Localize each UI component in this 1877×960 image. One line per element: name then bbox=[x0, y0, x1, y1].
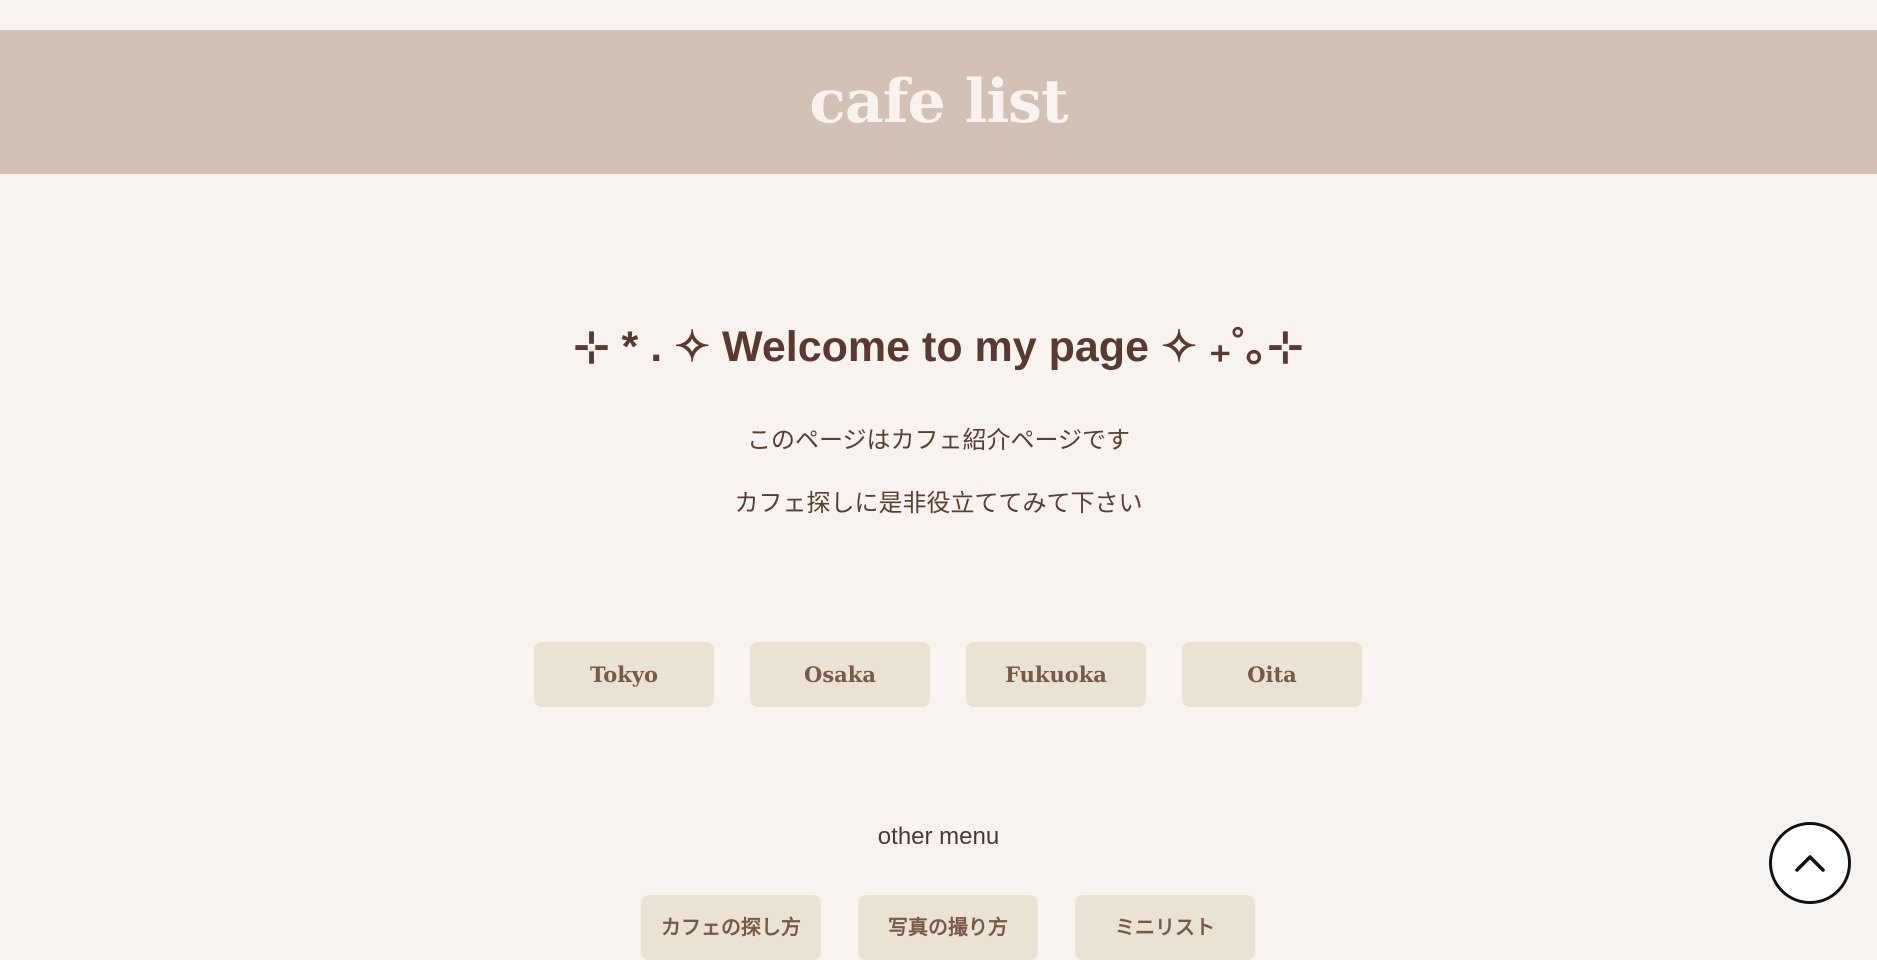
city-button-fukuoka[interactable]: Fukuoka bbox=[966, 642, 1146, 707]
welcome-heading: ⊹ * . ✧ Welcome to my page ✧ ₊˚｡⊹ bbox=[573, 323, 1304, 371]
city-button-tokyo[interactable]: Tokyo bbox=[534, 642, 714, 707]
other-menu-title: other menu bbox=[877, 823, 1000, 850]
menu-button-how-to-take-photos[interactable]: 写真の撮り方 bbox=[858, 895, 1038, 960]
site-title: cafe list bbox=[809, 67, 1068, 137]
city-button-osaka[interactable]: Osaka bbox=[750, 642, 930, 707]
description-line-2: カフェ探しに是非役立ててみて下さい bbox=[734, 489, 1143, 517]
chevron-up-icon bbox=[1795, 855, 1825, 872]
menu-button-how-to-find-cafe[interactable]: カフェの探し方 bbox=[641, 895, 821, 960]
city-button-oita[interactable]: Oita bbox=[1182, 642, 1362, 707]
scroll-to-top-button[interactable] bbox=[1769, 822, 1851, 904]
site-header: cafe list bbox=[0, 30, 1877, 174]
menu-button-mini-list[interactable]: ミニリスト bbox=[1075, 895, 1255, 960]
city-nav: Tokyo Osaka Fukuoka Oita bbox=[534, 642, 1362, 707]
description-line-1: このページはカフェ紹介ページです bbox=[746, 426, 1131, 454]
other-menu-nav: カフェの探し方 写真の撮り方 ミニリスト bbox=[641, 895, 1255, 960]
